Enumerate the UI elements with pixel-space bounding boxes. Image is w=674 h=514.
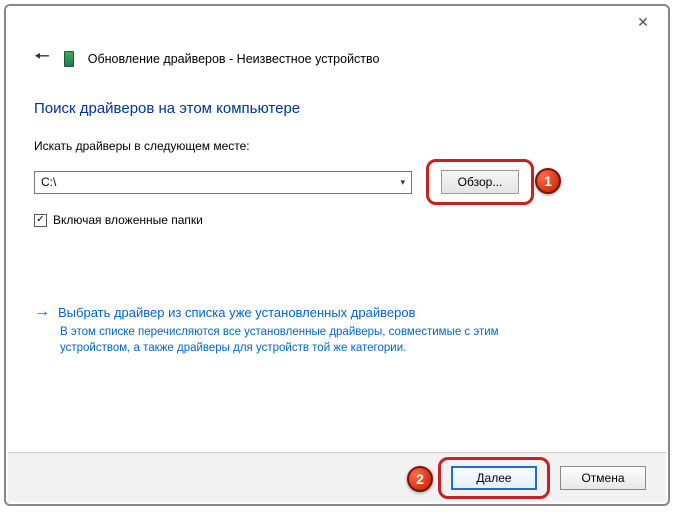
annotation-highlight-2: 2 Далее [438, 457, 550, 499]
dialog-footer: 2 Далее Отмена [8, 452, 666, 502]
back-arrow-icon[interactable]: 🠔 [34, 44, 50, 74]
include-subfolders-checkbox[interactable]: ✓ [34, 214, 47, 227]
annotation-highlight-1: Обзор... 1 [426, 159, 534, 205]
pick-from-list-description: В этом списке перечисляются все установл… [60, 325, 500, 356]
next-button[interactable]: Далее [451, 466, 537, 490]
page-heading: Поиск драйверов на этом компьютере [34, 100, 640, 117]
search-location-label: Искать драйверы в следующем месте: [34, 139, 640, 153]
pick-from-list-title: Выбрать драйвер из списка уже установлен… [58, 305, 415, 320]
dialog-window: ✕ 🠔 Обновление драйверов - Неизвестное у… [4, 4, 670, 506]
cancel-button[interactable]: Отмена [560, 466, 646, 490]
arrow-right-icon: → [34, 303, 50, 321]
dialog-title: Обновление драйверов - Неизвестное устро… [88, 52, 380, 66]
dialog-header: 🠔 Обновление драйверов - Неизвестное уст… [34, 38, 640, 92]
path-value: C:\ [41, 175, 56, 189]
include-subfolders-label: Включая вложенные папки [53, 213, 203, 227]
annotation-badge-2: 2 [407, 466, 433, 492]
close-icon[interactable]: ✕ [628, 14, 658, 31]
pick-from-list-link[interactable]: → Выбрать драйвер из списка уже установл… [34, 303, 640, 321]
browse-button[interactable]: Обзор... [441, 170, 519, 194]
titlebar: ✕ [6, 6, 668, 38]
chevron-down-icon: ▾ [400, 177, 405, 188]
annotation-badge-1: 1 [535, 168, 561, 194]
path-combobox[interactable]: C:\ ▾ [34, 171, 412, 194]
device-icon [64, 51, 74, 67]
